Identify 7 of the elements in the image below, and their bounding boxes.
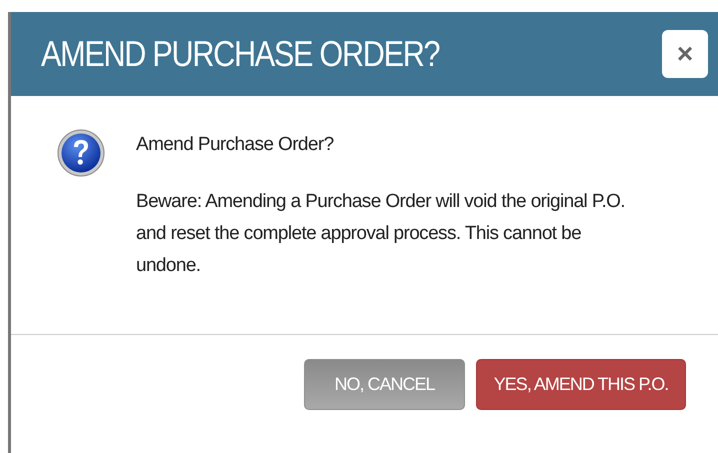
message-text: Beware: Amending a Purchase Order will void the original P.O. and reset the complete approval process. This cannot be undone. xyxy=(136,190,626,278)
cancel-button[interactable]: NO, CANCEL xyxy=(304,359,465,410)
confirm-button[interactable]: YES, AMEND THIS P.O. xyxy=(476,359,686,410)
dialog-title: AMEND PURCHASE ORDER? xyxy=(41,32,440,76)
message-heading: Amend Purchase Order? xyxy=(136,133,335,157)
close-button[interactable]: × xyxy=(662,30,708,78)
question-icon xyxy=(56,128,106,178)
